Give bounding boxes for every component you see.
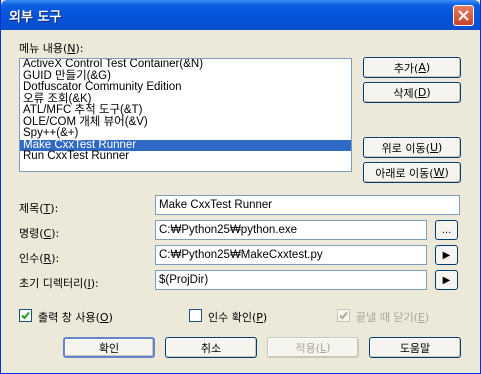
initial-directory-label: 초기 디렉터리(I): xyxy=(19,277,99,290)
prompt-arguments-label[interactable]: 인수 확인(P) xyxy=(208,309,267,325)
list-item[interactable]: Dotfuscator Community Edition xyxy=(20,81,351,94)
arrow-right-icon: ▶ xyxy=(442,249,451,261)
checkmark-icon xyxy=(21,311,30,320)
apply-button[interactable]: 적용(L) xyxy=(267,337,359,358)
close-on-exit-checkbox[interactable] xyxy=(337,309,350,322)
list-item[interactable]: Spy++(&+) xyxy=(20,127,351,140)
initial-directory-menu-button[interactable]: ▶ xyxy=(435,270,458,290)
arguments-menu-button[interactable]: ▶ xyxy=(435,245,458,265)
use-output-window-label[interactable]: 출력 창 사용(O) xyxy=(38,309,113,325)
initial-directory-field[interactable]: $(ProjDir) xyxy=(155,270,427,290)
menu-contents-list[interactable]: ActiveX Control Test Container(&N) GUID … xyxy=(19,58,352,172)
help-button[interactable]: 도움말 xyxy=(369,337,461,358)
external-tools-dialog: 외부 도구 메뉴 내용(N): ActiveX Control Test Con… xyxy=(0,0,481,374)
checkmark-icon xyxy=(339,311,348,320)
move-down-button[interactable]: 아래로 이동(W) xyxy=(363,162,461,183)
move-up-button[interactable]: 위로 이동(U) xyxy=(363,137,461,158)
prompt-arguments-checkbox[interactable] xyxy=(189,309,202,322)
title-bar[interactable]: 외부 도구 xyxy=(1,0,480,30)
add-button[interactable]: 추가(A) xyxy=(363,57,461,78)
window-title: 외부 도구 xyxy=(9,10,62,25)
list-item[interactable]: ATL/MFC 추적 도구(&T) xyxy=(20,104,351,117)
menu-contents-label: 메뉴 내용(N): xyxy=(19,42,84,55)
use-output-window-checkbox[interactable] xyxy=(19,309,32,322)
title-label: 제목(T): xyxy=(19,202,59,215)
list-item[interactable]: Run CxxTest Runner xyxy=(20,150,351,163)
arguments-label: 인수(R): xyxy=(19,252,60,265)
close-icon xyxy=(458,10,469,21)
delete-button[interactable]: 삭제(D) xyxy=(363,82,461,103)
list-item[interactable]: ActiveX Control Test Container(&N) xyxy=(20,59,351,71)
arguments-field[interactable]: C:₩Python25₩MakeCxxtest.py xyxy=(155,245,427,265)
title-field[interactable]: Make CxxTest Runner xyxy=(155,195,460,215)
ok-button[interactable]: 확인 xyxy=(63,337,155,358)
cancel-button[interactable]: 취소 xyxy=(165,337,257,358)
command-field[interactable]: C:₩Python25₩python.exe xyxy=(155,220,427,240)
close-button[interactable] xyxy=(453,5,474,26)
browse-button[interactable]: ... xyxy=(435,220,458,240)
command-label: 명령(C): xyxy=(19,227,60,240)
arrow-right-icon: ▶ xyxy=(442,274,451,286)
close-on-exit-label[interactable]: 끝낼 때 닫기(E) xyxy=(356,309,429,325)
